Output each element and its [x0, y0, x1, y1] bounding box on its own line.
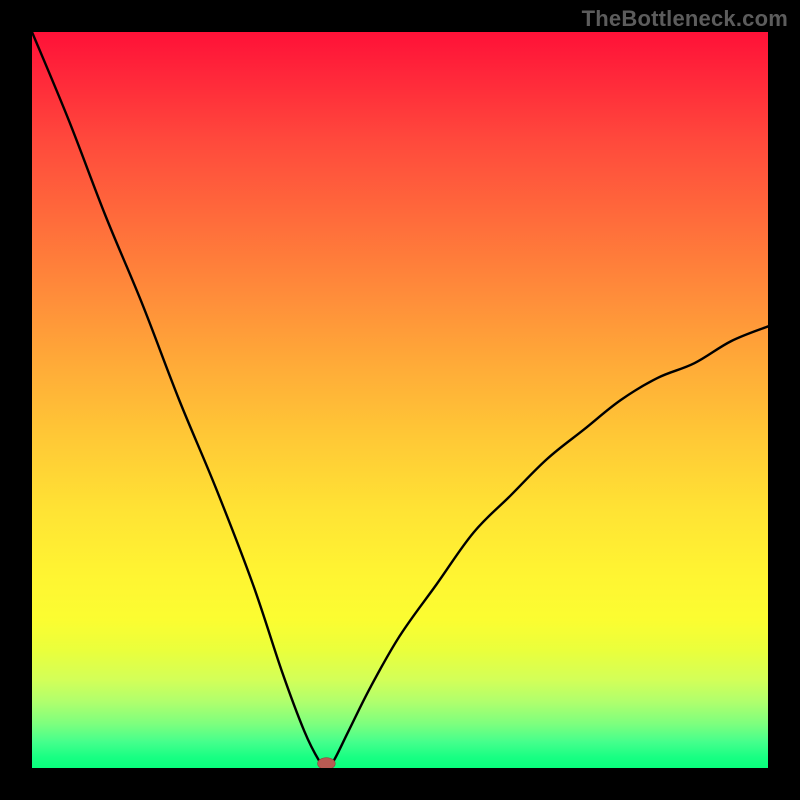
- chart-svg: [32, 32, 768, 768]
- minimum-marker: [318, 758, 336, 768]
- chart-frame: TheBottleneck.com: [0, 0, 800, 800]
- bottleneck-curve: [32, 32, 768, 768]
- plot-area: [32, 32, 768, 768]
- watermark-text: TheBottleneck.com: [582, 6, 788, 32]
